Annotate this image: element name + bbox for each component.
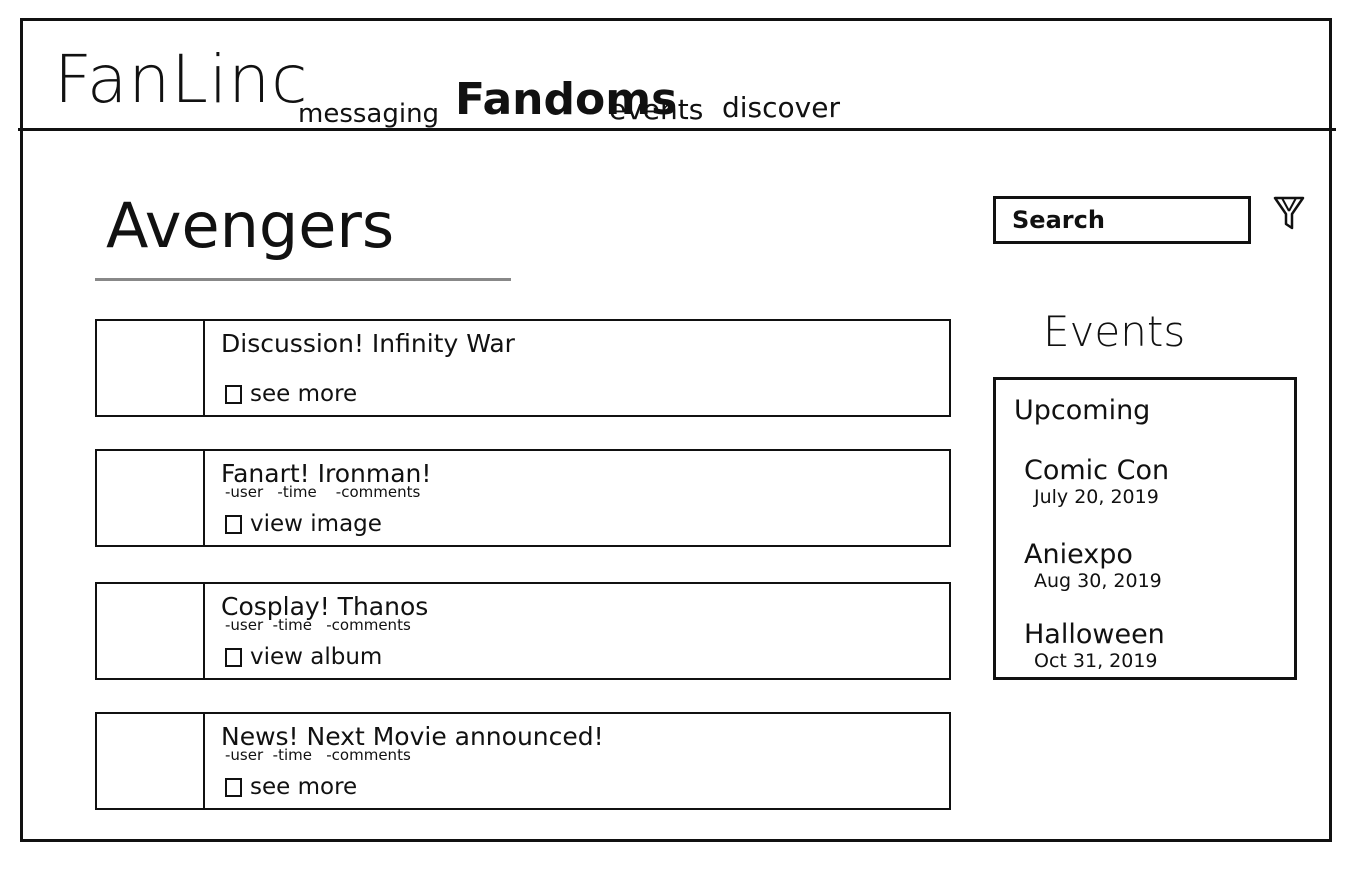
event-name[interactable]: Halloween [1024,620,1165,650]
post-card[interactable]: News! Next Movie announced! -user -time … [95,712,951,810]
post-card[interactable]: Cosplay! Thanos -user -time -comments vi… [95,582,951,680]
event-name[interactable]: Aniexpo [1024,540,1162,570]
post-meta: -user -time -comments [225,616,411,634]
nav-messaging[interactable]: messaging [298,94,439,134]
post-thumbnail[interactable] [97,321,205,415]
post-thumbnail[interactable] [97,714,205,808]
post-title[interactable]: Discussion! Infinity War [221,327,515,361]
events-subheading: Upcoming [1014,395,1151,426]
checkbox-icon[interactable] [225,777,242,797]
page-title: Avengers [106,189,395,262]
post-action-label[interactable]: view album [250,640,382,674]
post-action-label[interactable]: view image [250,507,382,541]
event-date: Aug 30, 2019 [1034,570,1162,592]
post-card[interactable]: Fanart! Ironman! -user -time -comments v… [95,449,951,547]
search-input[interactable] [996,199,1248,241]
nav-events[interactable]: events [609,90,703,130]
checkbox-icon[interactable] [225,514,242,534]
post-meta: -user -time -comments [225,746,411,764]
post-action-label[interactable]: see more [250,770,357,804]
event-item[interactable]: Comic Con July 20, 2019 [1024,456,1169,509]
events-panel: Upcoming Comic Con July 20, 2019 Aniexpo… [993,377,1297,680]
events-heading: Events [1043,307,1186,356]
event-name[interactable]: Comic Con [1024,456,1169,486]
see-more-button[interactable]: see more [225,377,357,411]
nav-discover[interactable]: discover [722,88,840,128]
post-action-label[interactable]: see more [250,377,357,411]
filter-icon[interactable] [1272,194,1306,234]
see-more-button[interactable]: see more [225,770,357,804]
search-box[interactable] [993,196,1251,244]
post-thumbnail[interactable] [97,451,205,545]
checkbox-icon[interactable] [225,384,242,404]
view-album-button[interactable]: view album [225,640,382,674]
event-date: Oct 31, 2019 [1034,650,1158,672]
post-card[interactable]: Discussion! Infinity War see more [95,319,951,417]
event-item[interactable]: Halloween Oct 31, 2019 [1024,620,1165,673]
post-thumbnail[interactable] [97,584,205,678]
event-date: July 20, 2019 [1034,486,1159,508]
title-underline [95,278,511,281]
app-logo[interactable]: FanLinc [54,40,308,120]
view-image-button[interactable]: view image [225,507,382,541]
checkbox-icon[interactable] [225,647,242,667]
post-meta: -user -time -comments [225,483,421,501]
event-item[interactable]: Aniexpo Aug 30, 2019 [1024,540,1162,593]
